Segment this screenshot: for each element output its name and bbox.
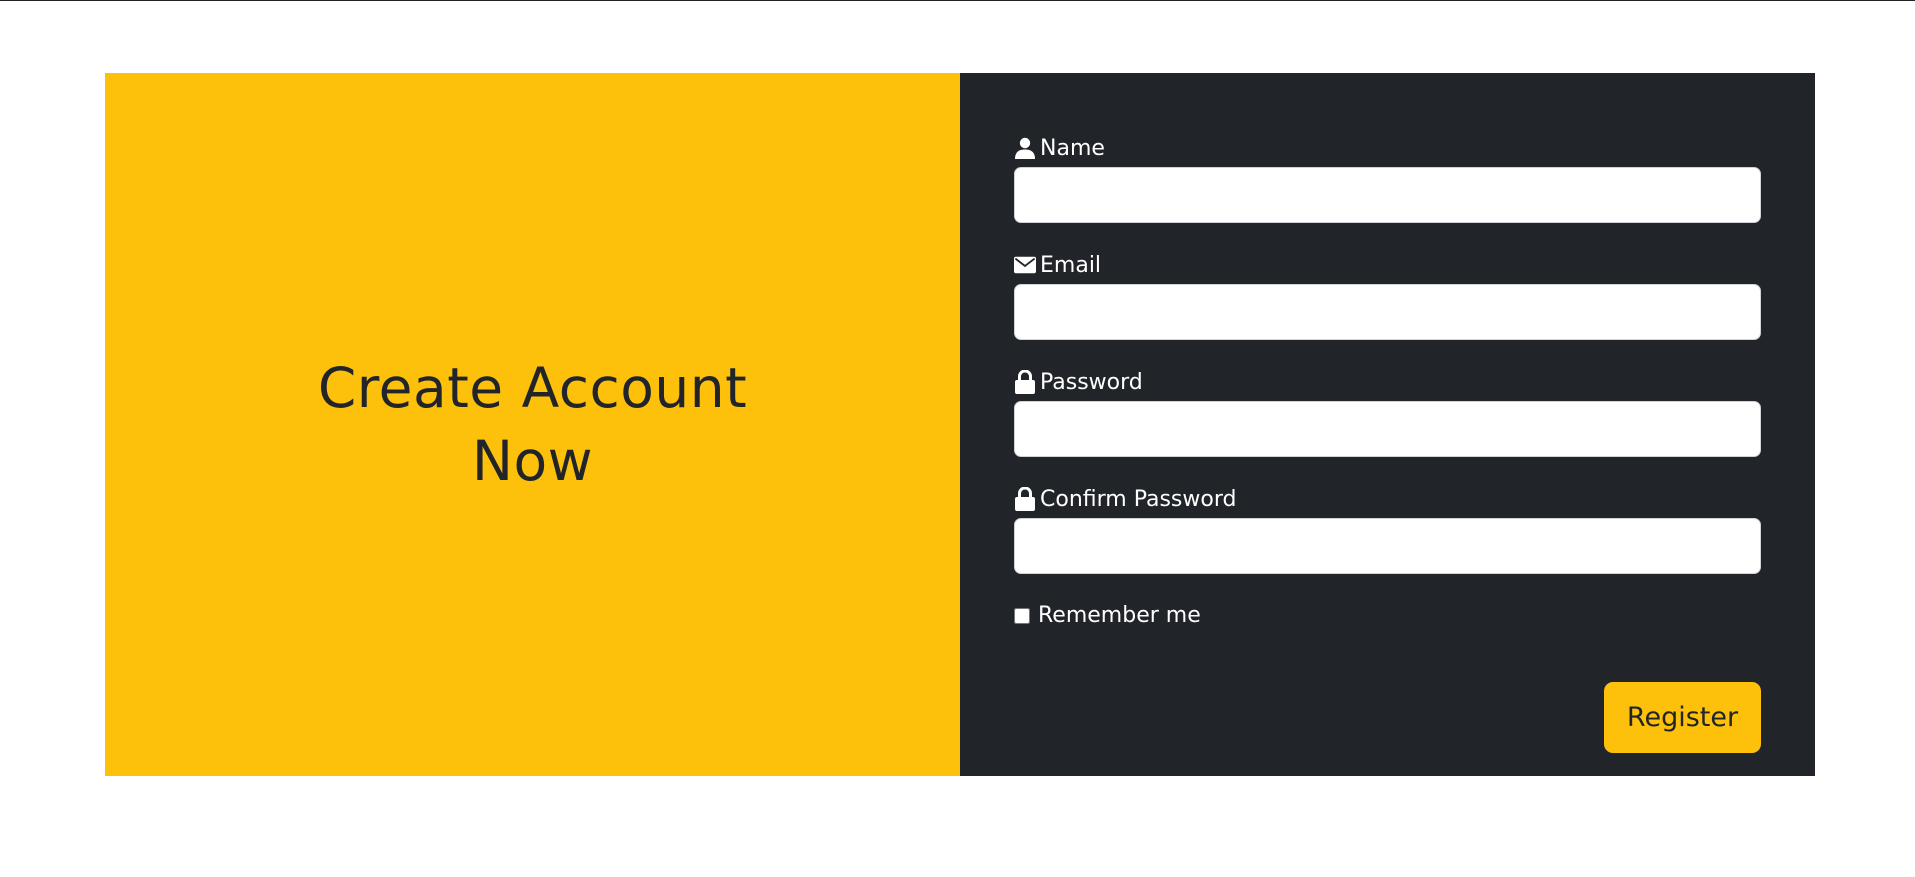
lock-icon bbox=[1014, 487, 1036, 511]
confirm-password-label-text: Confirm Password bbox=[1040, 486, 1237, 512]
name-label: Name bbox=[1014, 135, 1761, 161]
hero-title: Create Account Now bbox=[317, 355, 748, 493]
remember-me-row: Remember me bbox=[1014, 603, 1761, 628]
password-label-text: Password bbox=[1040, 369, 1143, 395]
remember-me-checkbox[interactable] bbox=[1014, 607, 1030, 624]
top-divider bbox=[0, 0, 1915, 1]
name-field-group: Name bbox=[1014, 135, 1761, 223]
password-field-group: Password bbox=[1014, 369, 1761, 457]
register-form: Name Email Password Confirm Password Rem… bbox=[960, 73, 1815, 776]
hero-panel: Create Account Now bbox=[105, 73, 960, 776]
name-label-text: Name bbox=[1040, 135, 1105, 161]
register-card: Create Account Now Name Email Password C… bbox=[105, 73, 1815, 776]
envelope-icon bbox=[1014, 254, 1036, 276]
register-button[interactable]: Register bbox=[1604, 682, 1761, 753]
confirm-password-input[interactable] bbox=[1014, 518, 1761, 574]
confirm-password-field-group: Confirm Password bbox=[1014, 486, 1761, 574]
password-label: Password bbox=[1014, 369, 1761, 395]
email-label: Email bbox=[1014, 252, 1761, 278]
user-icon bbox=[1014, 137, 1036, 159]
confirm-password-label: Confirm Password bbox=[1014, 486, 1761, 512]
name-input[interactable] bbox=[1014, 167, 1761, 223]
lock-icon bbox=[1014, 370, 1036, 394]
email-field-group: Email bbox=[1014, 252, 1761, 340]
password-input[interactable] bbox=[1014, 401, 1761, 457]
remember-me-label: Remember me bbox=[1038, 603, 1201, 628]
email-label-text: Email bbox=[1040, 252, 1102, 278]
email-input[interactable] bbox=[1014, 284, 1761, 340]
